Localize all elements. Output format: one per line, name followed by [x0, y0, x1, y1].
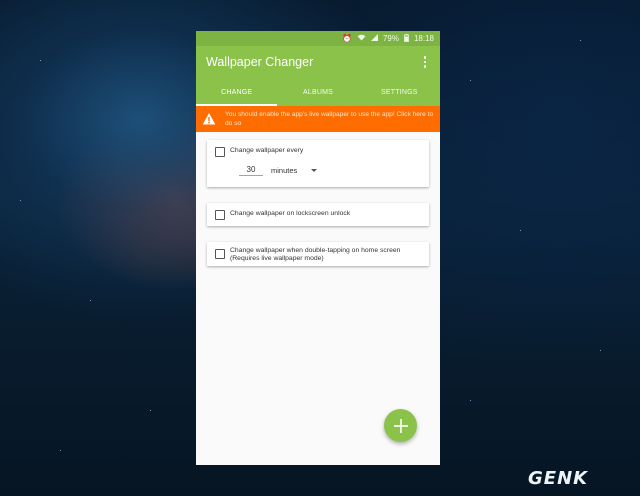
watermark-text: GENK — [528, 468, 589, 489]
add-fab-button[interactable] — [384, 409, 417, 442]
interval-unit-dropdown[interactable]: minutes — [271, 166, 318, 175]
lockscreen-unlock-card: Change wallpaper on lockscreen unlock — [207, 203, 429, 226]
change-every-checkbox[interactable] — [215, 147, 225, 157]
warning-banner-text: You should enable the app's live wallpap… — [225, 111, 434, 127]
tab-albums[interactable]: ALBUMS — [277, 78, 358, 106]
alarm-icon: ⏰ — [341, 33, 352, 43]
phone-screen: ⏰ 79% 18:18 Wallpaper Changer CHANGE ALB… — [196, 31, 440, 465]
lockscreen-unlock-checkbox[interactable] — [215, 210, 225, 220]
wifi-icon — [357, 34, 366, 43]
plus-icon — [393, 418, 408, 433]
more-vert-icon[interactable] — [420, 56, 430, 68]
double-tap-card: Change wallpaper when double-tapping on … — [207, 242, 429, 266]
status-bar: ⏰ 79% 18:18 — [196, 31, 440, 46]
app-bar: Wallpaper Changer — [196, 46, 440, 78]
interval-unit-label: minutes — [271, 166, 298, 175]
change-every-card: Change wallpaper every 30 minutes — [207, 140, 429, 187]
battery-icon — [404, 33, 409, 44]
change-every-label: Change wallpaper every — [230, 147, 304, 154]
lockscreen-unlock-label: Change wallpaper on lockscreen unlock — [230, 210, 351, 217]
live-wallpaper-warning-banner[interactable]: You should enable the app's live wallpap… — [196, 106, 440, 132]
tab-settings[interactable]: SETTINGS — [359, 78, 440, 106]
signal-icon — [370, 34, 378, 43]
double-tap-checkbox[interactable] — [215, 249, 225, 259]
genk-watermark: GENK — [528, 468, 588, 489]
tab-change[interactable]: CHANGE — [196, 78, 278, 106]
dropdown-caret-icon — [311, 169, 318, 172]
app-title: Wallpaper Changer — [206, 55, 314, 69]
warning-icon — [202, 113, 216, 125]
battery-level: 79% — [382, 34, 399, 43]
double-tap-label: Change wallpaper when double-tapping on … — [230, 247, 401, 262]
interval-value-input[interactable]: 30 — [239, 165, 263, 176]
clock: 18:18 — [413, 34, 434, 43]
tab-bar: CHANGE ALBUMS SETTINGS — [196, 78, 440, 106]
